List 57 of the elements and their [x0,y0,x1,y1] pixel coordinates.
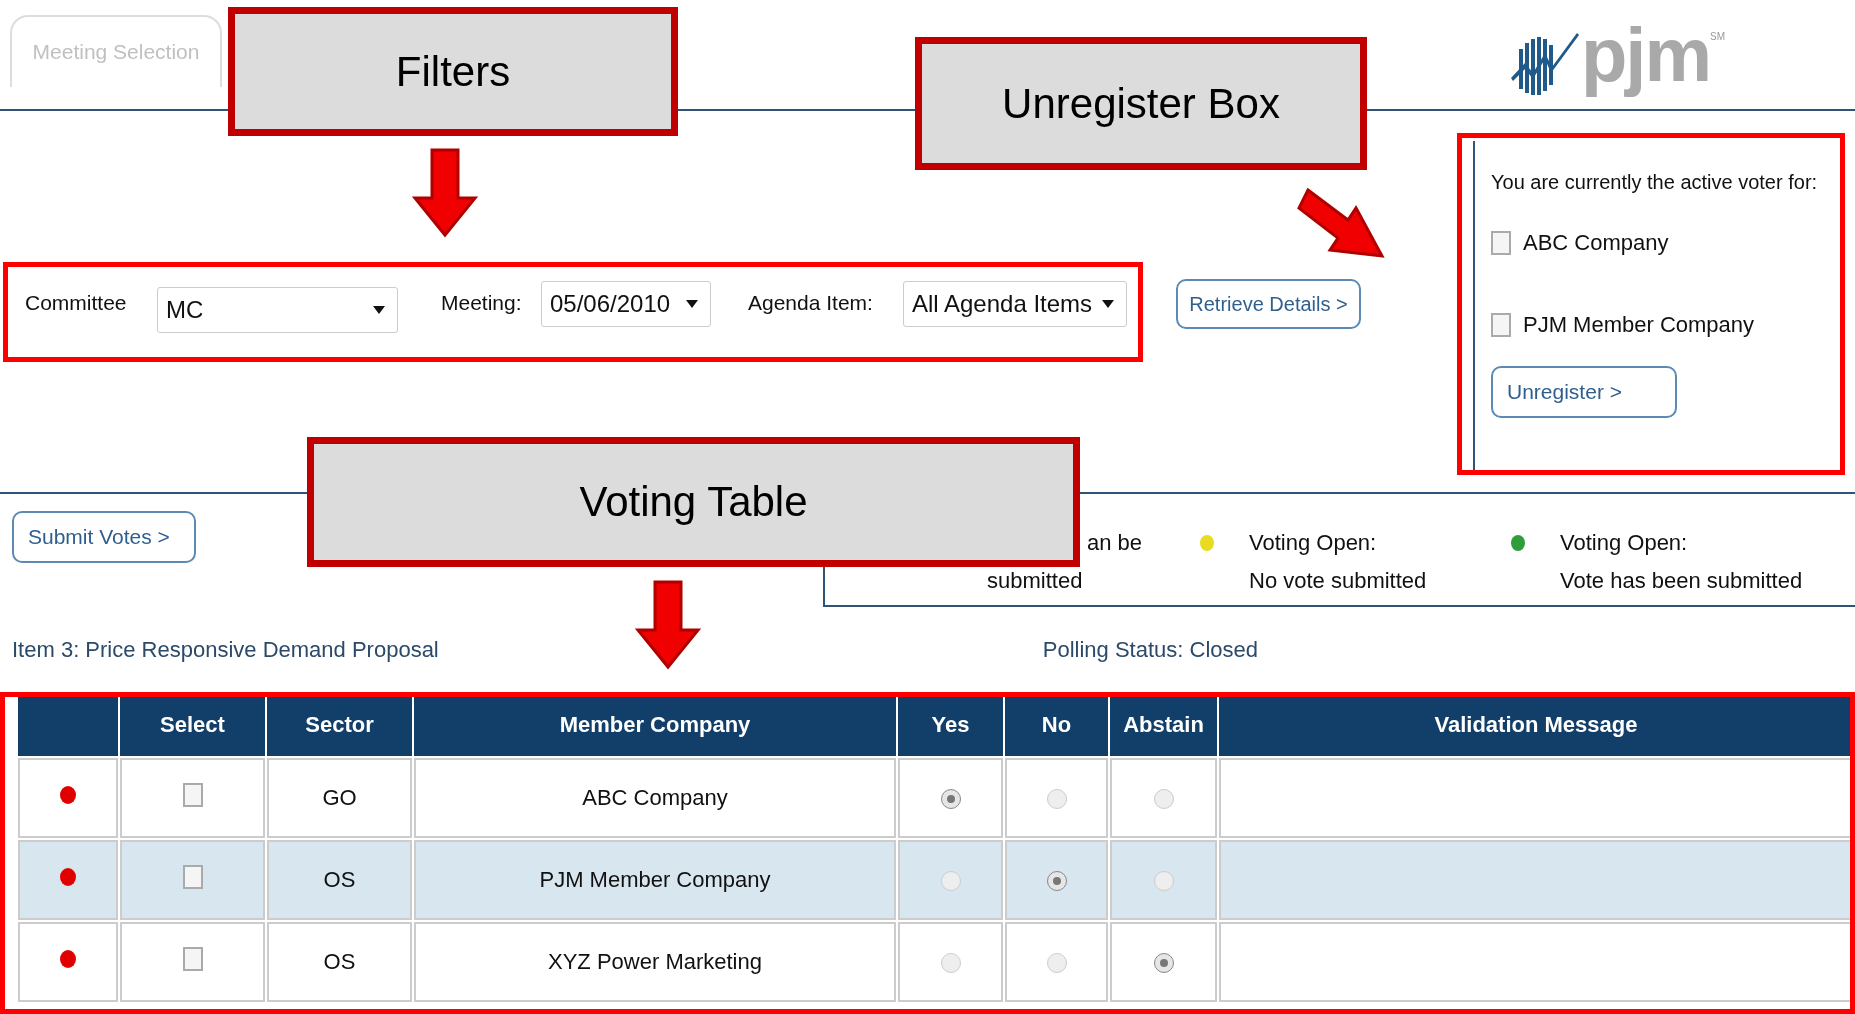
logo-trademark: SM [1710,31,1725,42]
table-cell: PJM Member Company [414,840,896,920]
vote-radio[interactable] [1153,953,1174,974]
callout-label: Unregister Box [915,37,1367,170]
logo-text: pjm [1580,11,1710,99]
table-cell: GO [267,758,412,838]
table-header-cell: No [1005,694,1108,756]
legend-text: No vote submitted [1249,568,1427,594]
vote-radio[interactable] [1046,871,1067,892]
callout-label: Filters [228,7,678,136]
callout-label: Voting Table [307,437,1080,567]
table-header-cell: Yes [898,694,1003,756]
table-header-cell: Select [120,694,265,756]
vote-radio[interactable] [1153,871,1174,892]
active-voter-heading: You are currently the active voter for: [1491,171,1819,194]
table-cell: ABC Company [414,758,896,838]
filter-label: Agenda Item: [748,291,874,315]
legend-text: an be [1087,530,1143,556]
vote-radio[interactable] [1153,789,1174,810]
table-header-cell: Validation Message [1219,694,1853,756]
table-cell: OS [267,922,412,1002]
caret-icon [373,306,385,314]
legend-text: Voting Open: [1560,530,1689,556]
legend-text: Voting Open: [1249,530,1378,556]
vote-radio[interactable] [940,789,961,810]
caret-icon [1102,300,1114,308]
legend-text: submitted [987,568,1084,594]
vote-radio[interactable] [1046,953,1067,974]
table-cell: XYZ Power Marketing [414,922,896,1002]
submit-votes-button[interactable]: Submit Votes > [12,511,196,563]
company-name: PJM Member Company [1523,312,1755,338]
vote-radio[interactable] [1046,789,1067,810]
vote-radio[interactable] [940,953,961,974]
legend-text: Vote has been submitted [1560,568,1803,594]
company-checkbox[interactable] [1491,231,1511,255]
filter-label: Committee [25,291,128,315]
unregister-button[interactable]: Unregister > [1491,366,1677,418]
company-checkbox[interactable] [1491,313,1511,337]
table-header-cell: Member Company [414,694,896,756]
select-checkbox[interactable] [182,865,203,889]
table-cell: OS [267,840,412,920]
polling-status: Polling Status: Closed [1042,636,1258,663]
down-arrow-icon [412,148,478,238]
select-checkbox[interactable] [182,783,203,807]
select-checkbox[interactable] [182,947,203,971]
table-header-cell: Abstain [1110,694,1217,756]
table-header-cell: Sector [267,694,412,756]
retrieve-details-button[interactable]: Retrieve Details > [1176,279,1361,329]
caret-icon [686,300,698,308]
company-name: ABC Company [1523,230,1669,256]
filter-dropdown[interactable]: MC [157,287,398,333]
vote-radio[interactable] [940,871,961,892]
filter-dropdown[interactable]: All Agenda Items [903,281,1127,327]
filter-label: Meeting: [441,291,523,315]
item-title: Item 3: Price Responsive Demand Proposal [12,636,439,663]
filter-dropdown[interactable]: 05/06/2010 [541,281,711,327]
down-arrow-icon [635,580,701,670]
